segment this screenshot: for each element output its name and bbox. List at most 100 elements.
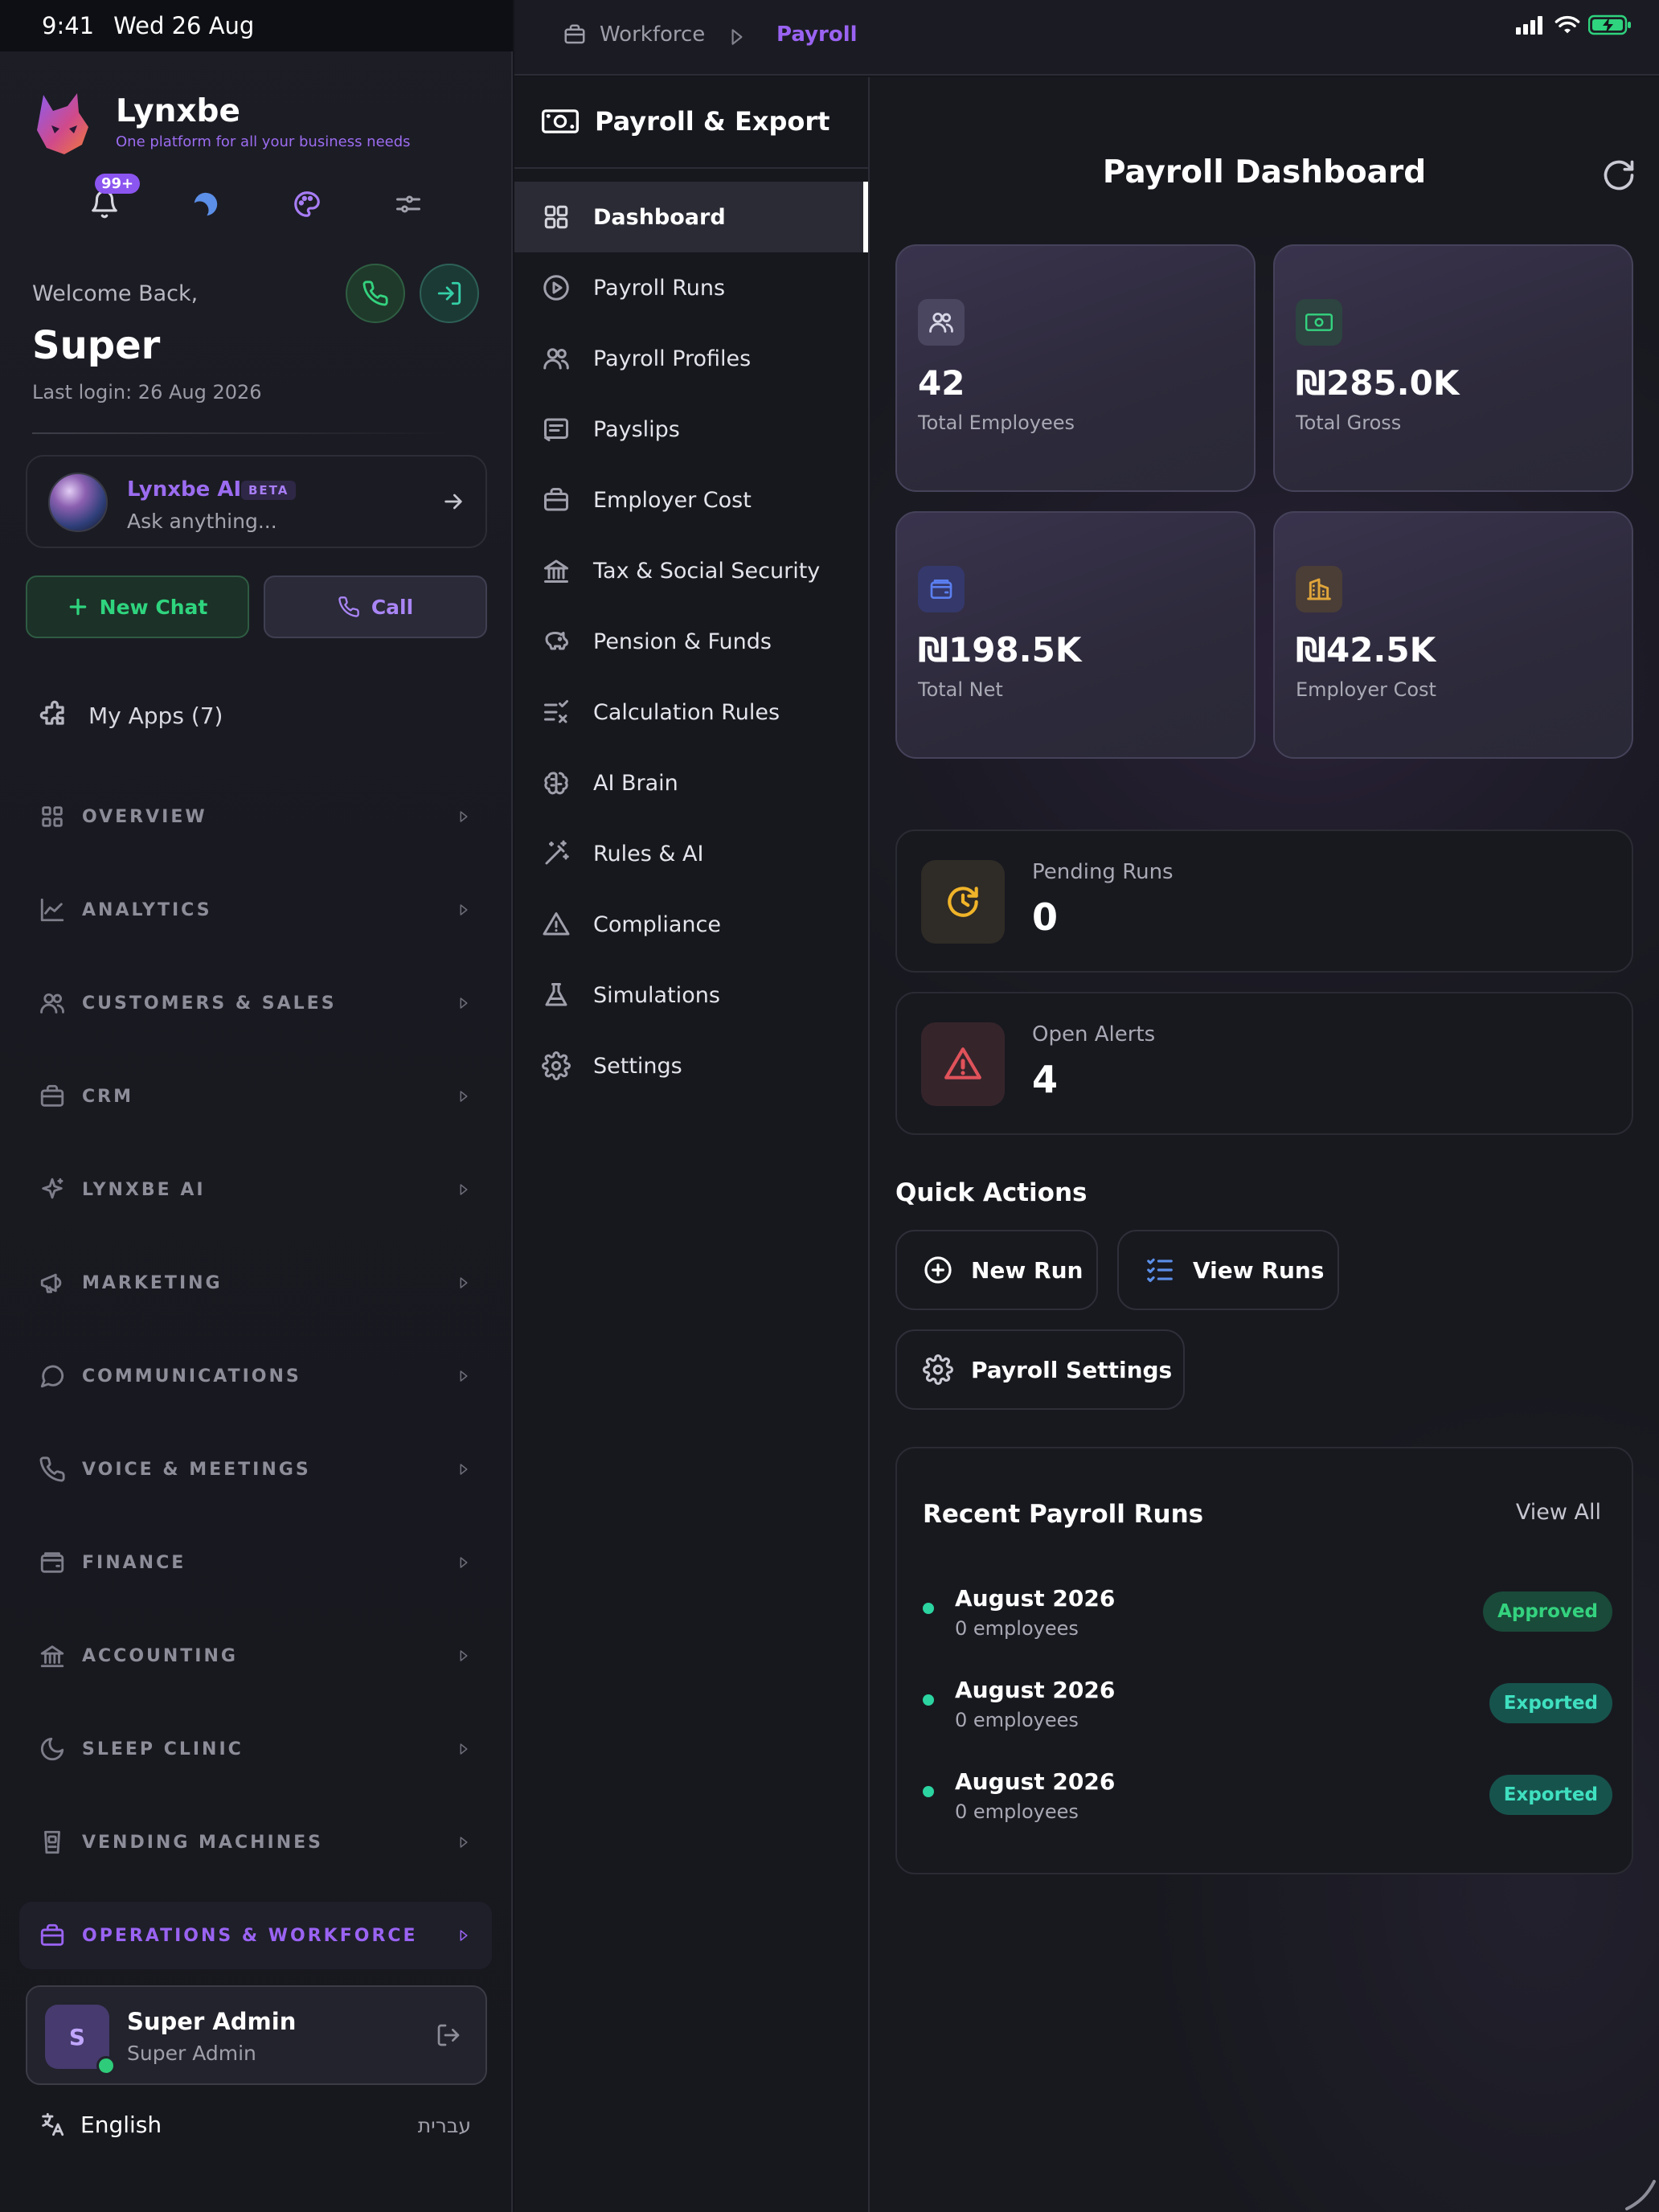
call-button[interactable]: Call [264, 576, 487, 638]
view-all-link[interactable]: View All [1516, 1500, 1601, 1525]
sliders-icon[interactable] [386, 182, 431, 227]
nav-item[interactable]: Payroll Profiles [514, 323, 868, 394]
nav-item[interactable]: Employer Cost [514, 465, 868, 535]
gear-icon [923, 1354, 953, 1385]
wallet-icon [39, 1549, 66, 1576]
quick-actions-title: Quick Actions [895, 1178, 1088, 1207]
sidebar-section[interactable]: ACCOUNTING [19, 1622, 492, 1690]
new-run-label: New Run [971, 1256, 1083, 1284]
nav-item[interactable]: Payslips [514, 394, 868, 465]
run-name: August 2026 [955, 1585, 1116, 1612]
status-date: Wed 26 Aug [113, 12, 255, 39]
sidebar-section-label: VOICE & MEETINGS [82, 1459, 311, 1480]
phone-call-button[interactable] [346, 264, 405, 323]
nav-item-label: Employer Cost [593, 487, 752, 513]
account-card[interactable]: S Super Admin Super Admin [26, 1985, 487, 2085]
dashboard-icon [542, 203, 571, 231]
chevron-right-icon [457, 1647, 471, 1665]
status-time: 9:41 [42, 12, 95, 39]
play-circle-icon [542, 273, 571, 302]
stat-card-gross[interactable]: ₪285.0K Total Gross [1273, 244, 1633, 492]
nav-item-label: Settings [593, 1053, 682, 1079]
sidebar-section[interactable]: MARKETING [19, 1249, 492, 1317]
nav-item[interactable]: Dashboard [514, 182, 868, 252]
ai-assistant-card[interactable]: Lynxbe AI BETA Ask anything... [26, 455, 487, 548]
brain-icon [542, 768, 571, 797]
payroll-run-row[interactable]: August 2026 0 employees Exported [923, 1677, 1612, 1741]
grid-icon [39, 803, 66, 830]
nav-item[interactable]: Compliance [514, 889, 868, 960]
sidebar-section[interactable]: VOICE & MEETINGS [19, 1436, 492, 1503]
sidebar-section[interactable]: ANALYTICS [19, 876, 492, 944]
bank-icon [39, 1642, 66, 1669]
nav-item-label: Compliance [593, 911, 721, 937]
stat-label: Total Gross [1296, 412, 1402, 434]
payroll-run-row[interactable]: August 2026 0 employees Approved [923, 1585, 1612, 1649]
sidebar-section[interactable]: OPERATIONS & WORKFORCE [19, 1902, 492, 1969]
stat-card-net[interactable]: ₪198.5K Total Net [895, 511, 1256, 759]
sidebar-section-label: FINANCE [82, 1552, 186, 1573]
nav-item[interactable]: Tax & Social Security [514, 535, 868, 606]
bank-icon [542, 556, 571, 585]
plus-icon [68, 596, 88, 617]
moon-icon[interactable] [183, 182, 228, 227]
stat-label: Total Net [918, 678, 1003, 701]
chevron-right-icon [457, 901, 471, 919]
login-button[interactable] [420, 264, 479, 323]
sidebar-section[interactable]: FINANCE [19, 1529, 492, 1596]
nav-item[interactable]: Payroll Runs [514, 252, 868, 323]
new-run-button[interactable]: New Run [895, 1230, 1098, 1310]
breadcrumb-parent[interactable]: Workforce [563, 23, 705, 47]
sidebar-section[interactable]: COMMUNICATIONS [19, 1342, 492, 1410]
sidebar-section[interactable]: SLEEP CLINIC [19, 1715, 492, 1783]
plus-circle-icon [923, 1255, 953, 1285]
arrow-right-icon[interactable] [440, 489, 466, 514]
breadcrumb-current: Payroll [776, 23, 858, 47]
nav-item-label: Payslips [593, 416, 680, 442]
nav-item-label: Payroll Runs [593, 275, 726, 301]
logout-icon[interactable] [436, 2022, 461, 2048]
nav-item-label: Simulations [593, 982, 720, 1008]
nav-item[interactable]: Calculation Rules [514, 677, 868, 748]
sidebar-section[interactable]: LYNXBE AI [19, 1156, 492, 1223]
sidebar-section[interactable]: VENDING MACHINES [19, 1809, 492, 1876]
language-selector[interactable]: English [39, 2111, 162, 2138]
new-chat-button[interactable]: New Chat [26, 576, 249, 638]
run-employees: 0 employees [955, 1709, 1079, 1731]
view-runs-button[interactable]: View Runs [1117, 1230, 1339, 1310]
chat-bubble-icon [39, 1362, 66, 1390]
recent-runs-card: Recent Payroll Runs View All August 2026… [895, 1447, 1633, 1874]
stat-value: ₪285.0K [1296, 363, 1460, 403]
stat-card-employees[interactable]: 42 Total Employees [895, 244, 1256, 492]
resize-handle-icon[interactable] [1611, 2164, 1659, 2212]
status-dot [923, 1603, 934, 1614]
run-name: August 2026 [955, 1677, 1116, 1703]
language-alternate[interactable]: עברית [418, 2114, 471, 2137]
open-alerts-card[interactable]: Open Alerts 4 [895, 992, 1633, 1135]
pending-runs-card[interactable]: Pending Runs 0 [895, 830, 1633, 973]
nav-item[interactable]: Rules & AI [514, 818, 868, 889]
sidebar-section[interactable]: OVERVIEW [19, 783, 492, 850]
palette-icon[interactable] [285, 182, 330, 227]
nav-item-label: AI Brain [593, 770, 678, 796]
nav-item[interactable]: AI Brain [514, 748, 868, 818]
moon-icon [39, 1735, 66, 1763]
brand-name: Lynxbe [116, 93, 240, 129]
my-apps-item[interactable]: My Apps (7) [39, 699, 223, 731]
nav-item[interactable]: Settings [514, 1030, 868, 1101]
refresh-icon[interactable] [1601, 158, 1636, 193]
chevron-right-icon [457, 1740, 471, 1758]
chevron-right-icon [457, 1554, 471, 1571]
view-runs-label: View Runs [1193, 1256, 1325, 1284]
sidebar-section-label: MARKETING [82, 1272, 223, 1293]
payroll-settings-button[interactable]: Payroll Settings [895, 1329, 1185, 1410]
nav-item[interactable]: Simulations [514, 960, 868, 1030]
sidebar-section-label: VENDING MACHINES [82, 1832, 323, 1853]
nav-item[interactable]: Pension & Funds [514, 606, 868, 677]
dashboard-main: Payroll Dashboard 42 Total Employees ₪28… [870, 77, 1659, 2212]
payroll-run-row[interactable]: August 2026 0 employees Exported [923, 1768, 1612, 1833]
sidebar-section[interactable]: CRM [19, 1063, 492, 1130]
stat-card-employer-cost[interactable]: ₪42.5K Employer Cost [1273, 511, 1633, 759]
sidebar-section-label: CRM [82, 1086, 133, 1107]
sidebar-section[interactable]: CUSTOMERS & SALES [19, 969, 492, 1037]
